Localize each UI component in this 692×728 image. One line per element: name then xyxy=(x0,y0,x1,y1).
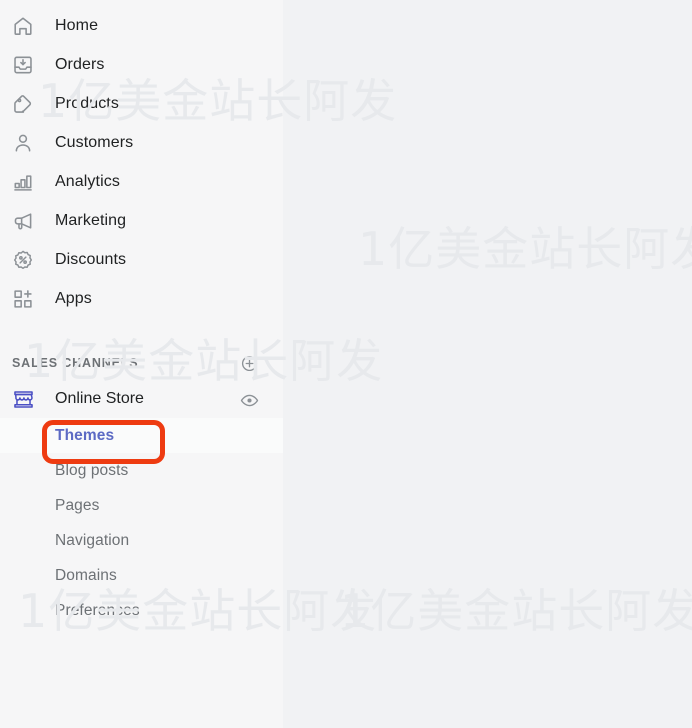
online-store-icon xyxy=(10,386,36,412)
sidebar-item-label: Online Store xyxy=(55,390,144,407)
sales-channels-section-header: SALES CHANNELS xyxy=(0,346,283,380)
marketing-megaphone-icon xyxy=(10,208,36,234)
sidebar-item-label: Orders xyxy=(55,55,105,73)
sidebar-subitem-themes[interactable]: Themes xyxy=(0,418,283,453)
sidebar-subitem-preferences[interactable]: Preferences xyxy=(0,593,283,628)
sidebar-subitem-label: Preferences xyxy=(55,601,140,619)
primary-nav-list: Home Orders Products Customers Analytics… xyxy=(0,0,283,318)
sidebar-item-label: Products xyxy=(55,94,119,112)
sidebar-subitem-label: Themes xyxy=(55,426,115,444)
online-store-subnav: Themes Blog posts Pages Navigation Domai… xyxy=(0,418,283,628)
sidebar-item-apps[interactable]: Apps xyxy=(0,279,283,318)
orders-icon xyxy=(10,52,36,78)
watermark-text: 1亿美金站长阿发 xyxy=(358,222,692,276)
sidebar-item-products[interactable]: Products xyxy=(0,84,283,123)
sidebar-item-discounts[interactable]: Discounts xyxy=(0,240,283,279)
sidebar-item-label: Marketing xyxy=(55,211,127,229)
sidebar-subitem-label: Pages xyxy=(55,496,100,514)
sidebar-item-online-store[interactable]: Online Store xyxy=(0,380,283,418)
sidebar: Home Orders Products Customers Analytics… xyxy=(0,0,283,728)
watermark-text: 1亿美金站长阿发 xyxy=(340,584,692,638)
sidebar-subitem-label: Navigation xyxy=(55,531,130,549)
sidebar-subitem-label: Domains xyxy=(55,566,117,584)
sidebar-item-label: Discounts xyxy=(55,250,127,268)
sales-channels-title: SALES CHANNELS xyxy=(12,356,139,370)
sidebar-item-label: Apps xyxy=(55,289,92,307)
sidebar-item-home[interactable]: Home xyxy=(0,6,283,45)
sidebar-item-marketing[interactable]: Marketing xyxy=(0,201,283,240)
discounts-badge-icon xyxy=(10,247,36,273)
sidebar-item-customers[interactable]: Customers xyxy=(0,123,283,162)
sidebar-subitem-label: Blog posts xyxy=(55,461,129,479)
home-icon xyxy=(10,13,36,39)
sidebar-subitem-blog-posts[interactable]: Blog posts xyxy=(0,453,283,488)
sidebar-item-orders[interactable]: Orders xyxy=(0,45,283,84)
products-tag-icon xyxy=(10,91,36,117)
sidebar-item-label: Home xyxy=(55,16,99,34)
apps-grid-plus-icon xyxy=(10,286,36,312)
sidebar-item-label: Analytics xyxy=(55,172,120,190)
customers-person-icon xyxy=(10,130,36,156)
sidebar-item-analytics[interactable]: Analytics xyxy=(0,162,283,201)
analytics-bar-chart-icon xyxy=(10,169,36,195)
sidebar-subitem-pages[interactable]: Pages xyxy=(0,488,283,523)
circle-plus-icon[interactable] xyxy=(238,352,260,374)
eye-icon[interactable] xyxy=(238,389,260,411)
sidebar-item-label: Customers xyxy=(55,133,134,151)
sidebar-subitem-domains[interactable]: Domains xyxy=(0,558,283,593)
sidebar-subitem-navigation[interactable]: Navigation xyxy=(0,523,283,558)
